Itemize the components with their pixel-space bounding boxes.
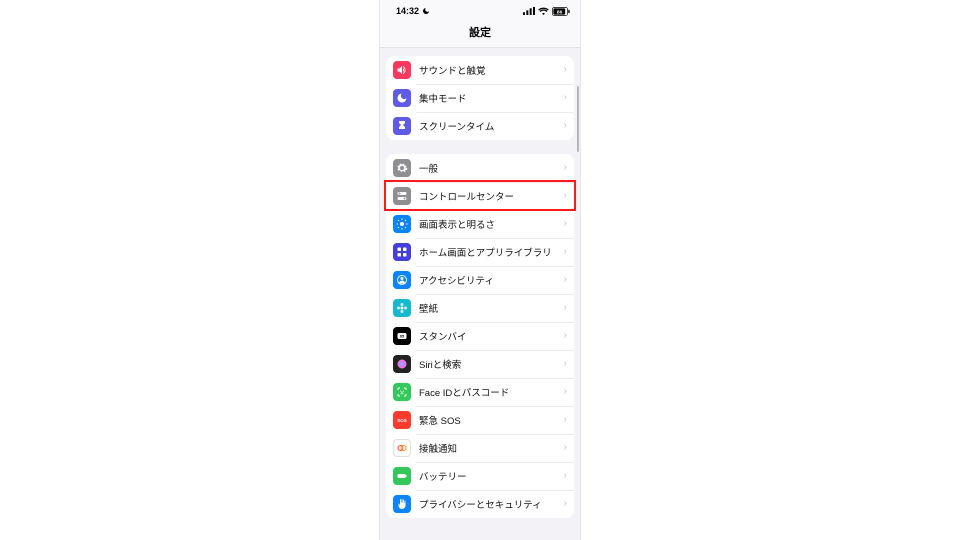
row-label: 壁紙 [419, 301, 564, 315]
settings-row-standby[interactable]: 05 スタンバイ› [386, 322, 574, 350]
battery-icon: 86 [552, 7, 570, 16]
chevron-right-icon: › [564, 303, 568, 313]
settings-row-privacy[interactable]: プライバシーとセキュリティ› [386, 490, 574, 518]
flower-icon [393, 299, 411, 317]
gear-icon [393, 159, 411, 177]
chevron-right-icon: › [564, 65, 568, 75]
svg-text:05: 05 [400, 334, 405, 339]
chevron-right-icon: › [564, 275, 568, 285]
chevron-right-icon: › [564, 121, 568, 131]
row-label: プライバシーとセキュリティ [419, 497, 564, 511]
settings-row-sos[interactable]: SOS 緊急 SOS› [386, 406, 574, 434]
settings-scroll[interactable]: サウンドと触覚›集中モード›スクリーンタイム›一般›コントロールセンター›画面表… [380, 48, 580, 540]
row-label: アクセシビリティ [419, 273, 564, 287]
settings-row-focus[interactable]: 集中モード› [386, 84, 574, 112]
row-label: スクリーンタイム [419, 119, 564, 133]
chevron-right-icon: › [564, 387, 568, 397]
row-label: 接触通知 [419, 441, 564, 455]
row-label: 画面表示と明るさ [419, 217, 564, 231]
speaker-icon [393, 61, 411, 79]
chevron-right-icon: › [564, 499, 568, 509]
siri-icon [393, 355, 411, 373]
exposure-icon [393, 439, 411, 457]
settings-row-accessibility[interactable]: アクセシビリティ› [386, 266, 574, 294]
phone-frame: 14:32 86 設定 サウンドと触覚›集中モード›スクリーンタイム›一般›コン… [380, 0, 580, 540]
person-icon [393, 271, 411, 289]
row-label: 集中モード [419, 91, 564, 105]
page-title: 設定 [469, 27, 491, 39]
chevron-right-icon: › [564, 191, 568, 201]
row-label: 一般 [419, 161, 564, 175]
chevron-right-icon: › [564, 443, 568, 453]
row-label: ホーム画面とアプリライブラリ [419, 245, 564, 259]
wifi-icon [538, 7, 549, 15]
settings-row-exposure[interactable]: 接触通知› [386, 434, 574, 462]
settings-group: サウンドと触覚›集中モード›スクリーンタイム› [386, 56, 574, 140]
settings-row-display[interactable]: 画面表示と明るさ› [386, 210, 574, 238]
grid-icon [393, 243, 411, 261]
battery-icon [393, 467, 411, 485]
settings-group: 一般›コントロールセンター›画面表示と明るさ›ホーム画面とアプリライブラリ›アク… [386, 154, 574, 518]
chevron-right-icon: › [564, 415, 568, 425]
row-label: Face IDとパスコード [419, 385, 564, 399]
settings-row-siri[interactable]: Siriと検索› [386, 350, 574, 378]
settings-row-control-center[interactable]: コントロールセンター› [386, 182, 574, 210]
chevron-right-icon: › [564, 93, 568, 103]
sos-icon: SOS [393, 411, 411, 429]
svg-text:SOS: SOS [397, 418, 407, 423]
row-label: Siriと検索 [419, 357, 564, 371]
settings-row-general[interactable]: 一般› [386, 154, 574, 182]
settings-row-home-screen[interactable]: ホーム画面とアプリライブラリ› [386, 238, 574, 266]
row-label: コントロールセンター [419, 189, 564, 203]
chevron-right-icon: › [564, 247, 568, 257]
chevron-right-icon: › [564, 331, 568, 341]
status-time: 14:32 [396, 6, 419, 16]
settings-row-wallpaper[interactable]: 壁紙› [386, 294, 574, 322]
hourglass-icon [393, 117, 411, 135]
row-label: サウンドと触覚 [419, 63, 564, 77]
status-right: 86 [523, 7, 570, 16]
settings-row-screentime[interactable]: スクリーンタイム› [386, 112, 574, 140]
row-label: スタンバイ [419, 329, 564, 343]
faceid-icon [393, 383, 411, 401]
status-bar: 14:32 86 [380, 0, 580, 20]
row-label: バッテリー [419, 469, 564, 483]
moon-icon [422, 7, 430, 15]
chevron-right-icon: › [564, 359, 568, 369]
switches-icon [393, 187, 411, 205]
row-label: 緊急 SOS [419, 413, 564, 427]
cellular-icon [523, 7, 535, 15]
svg-text:86: 86 [557, 9, 563, 15]
hand-icon [393, 495, 411, 513]
settings-row-battery[interactable]: バッテリー› [386, 462, 574, 490]
settings-row-faceid[interactable]: Face IDとパスコード› [386, 378, 574, 406]
standby-icon: 05 [393, 327, 411, 345]
chevron-right-icon: › [564, 219, 568, 229]
nav-header: 設定 [380, 20, 580, 48]
scroll-indicator [577, 86, 579, 152]
status-left: 14:32 [396, 6, 430, 16]
sun-icon [393, 215, 411, 233]
settings-row-sounds[interactable]: サウンドと触覚› [386, 56, 574, 84]
chevron-right-icon: › [564, 163, 568, 173]
moon-icon [393, 89, 411, 107]
chevron-right-icon: › [564, 471, 568, 481]
